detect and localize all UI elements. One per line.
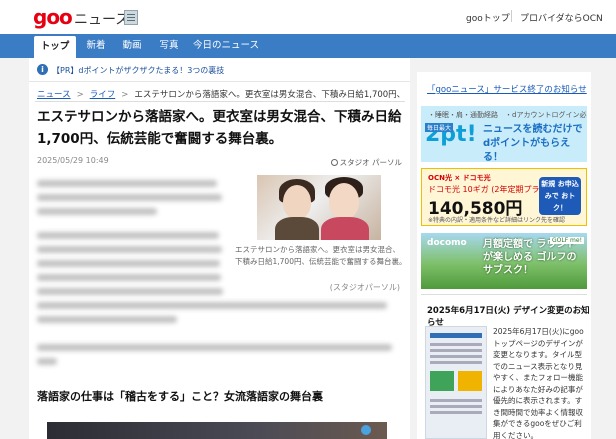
blurred-text-line xyxy=(37,302,387,309)
source-name: スタジオ パーソル xyxy=(339,158,402,167)
article-date: 2025/05/29 10:49 xyxy=(37,156,109,165)
banner-cta-button[interactable]: 新規 お申込みで おトク！ xyxy=(539,177,581,215)
blurred-text-line xyxy=(37,232,219,239)
breadcrumb-news[interactable]: ニュース xyxy=(37,90,71,100)
site-header: goo ニュース gooトップ プロバイダならOCN xyxy=(0,0,616,34)
article-source[interactable]: スタジオ パーソル xyxy=(329,157,402,168)
sidebar: 「gooニュース」サービス終了のお知らせ ・睡眠・肩・通勤経路 ・dアカウントロ… xyxy=(417,72,591,439)
photo-credit[interactable]: (スタジオパーソル) xyxy=(330,282,400,293)
design-notice-body: 2025年6月17日(火)にgooトップページのデザインが変更となります。タイル… xyxy=(493,327,584,439)
breadcrumb-current: エステサロンから落語家へ。更衣室は男女混合、下積み日給1,700円、伝統... xyxy=(134,90,405,100)
header-divider xyxy=(511,10,512,22)
ocn-provider-link[interactable]: プロバイダならOCN xyxy=(520,11,603,24)
source-logo-icon xyxy=(330,159,338,166)
golfme-logo: GOLF me! xyxy=(549,237,584,244)
category-nav: トップ 新着 動画 写真 今日のニュース xyxy=(0,34,616,58)
service-end-notice-link[interactable]: 「gooニュース」サービス終了のお知らせ xyxy=(427,83,587,95)
golf-banner[interactable]: docomo 月額定額で ラウンドが楽しめる ゴルフのサブスク！ GOLF me… xyxy=(421,233,587,289)
article-title: エステサロンから落語家へ。更衣室は男女混合、下積み日給1,700円、伝統芸能で奮… xyxy=(37,109,402,147)
tab-video[interactable]: 動画 xyxy=(117,34,147,58)
tab-new[interactable]: 新着 xyxy=(82,34,110,58)
banner-brand: OCN光 × ドコモ光 xyxy=(428,174,491,182)
d-point-banner[interactable]: ・睡眠・肩・通勤経路 ・dアカウントログイン必須 2pt! 毎日最大 ニュースを… xyxy=(421,106,587,162)
promo-link[interactable]: 【PR】dポイントがザクザクたまる！3つの裏技 xyxy=(52,65,224,76)
tab-today[interactable]: 今日のニュース xyxy=(191,34,261,58)
blurred-text-line xyxy=(37,274,221,281)
article-photo-2[interactable] xyxy=(47,422,387,439)
tab-top[interactable]: トップ xyxy=(34,36,76,58)
article-subheading: 落語家の仕事は「稽古をする」こと？女流落語家の舞台裏 xyxy=(37,390,323,403)
article-photo[interactable] xyxy=(257,175,381,240)
banner-badge: 毎日最大 xyxy=(425,123,454,132)
promo-bar[interactable]: i 【PR】dポイントがザクザクたまる！3つの裏技 xyxy=(29,58,410,82)
article-column: i 【PR】dポイントがザクザクたまる！3つの裏技 ニュース > ライフ > エステサロ… xyxy=(29,58,410,439)
tab-photo[interactable]: 写真 xyxy=(154,34,184,58)
blurred-text-line xyxy=(37,288,223,295)
newspaper-icon xyxy=(124,10,138,25)
blurred-text-line xyxy=(37,316,177,323)
breadcrumb-life[interactable]: ライフ xyxy=(90,90,116,100)
docomo-logo: docomo xyxy=(427,238,467,248)
breadcrumb: ニュース > ライフ > エステサロンから落語家へ。更衣室は男女混合、下積み日給1,70… xyxy=(37,88,405,100)
sidebar-divider xyxy=(421,294,587,295)
goo-top-link[interactable]: gooトップ xyxy=(466,11,510,24)
blurred-text-line xyxy=(37,246,222,253)
site-name[interactable]: ニュース xyxy=(74,9,129,29)
goo-logo[interactable]: goo xyxy=(33,5,73,29)
blurred-text-line xyxy=(37,344,392,351)
blurred-text-line xyxy=(37,194,222,201)
photo-caption: エステサロンから落語家へ。更衣室は男女混合、下積み日給1,700円、伝統芸能で奮… xyxy=(235,245,407,266)
blurred-text-line xyxy=(37,260,220,267)
banner-copy: ニュースを読むだけで dポイントがもらえる！ xyxy=(483,124,583,162)
design-preview-thumbnail[interactable] xyxy=(425,326,487,439)
ocn-docomo-banner[interactable]: OCN光 × ドコモ光 ドコモ光 10ギガ (2年定期プラン) 140,580円… xyxy=(421,168,587,226)
banner-note: ※特典の内訳・適用条件など詳細はリンク先を確認 xyxy=(428,217,566,224)
design-notice-title[interactable]: 2025年6月17日(火) デザイン変更のお知らせ xyxy=(427,304,591,328)
blurred-text-line xyxy=(37,180,217,187)
blurred-text-line xyxy=(37,208,157,215)
banner-tagline: ・睡眠・肩・通勤経路 ・dアカウントログイン必須 xyxy=(428,111,587,119)
breadcrumb-divider xyxy=(35,101,405,102)
blurred-text-line xyxy=(37,358,57,365)
info-icon: i xyxy=(37,64,48,75)
